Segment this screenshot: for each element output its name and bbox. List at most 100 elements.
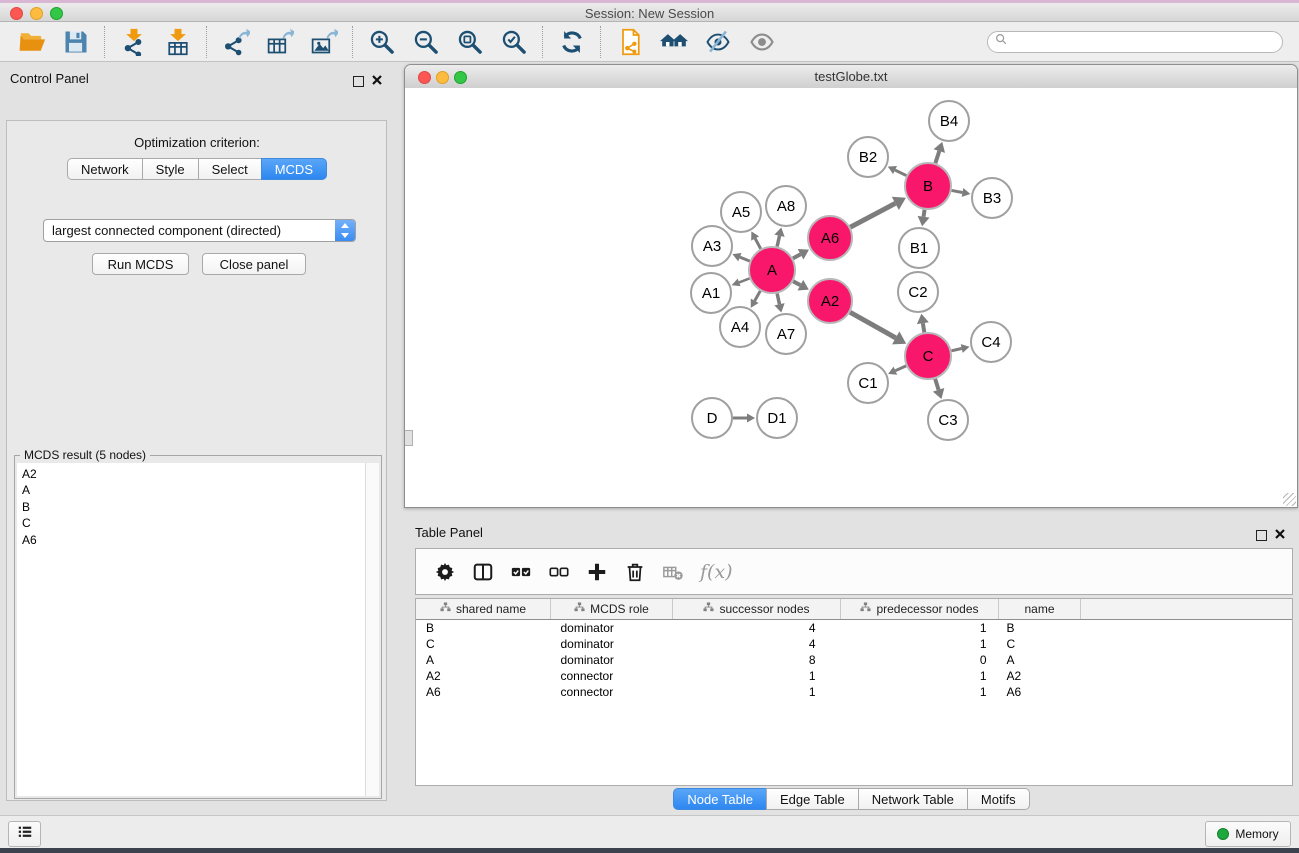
import-network-icon[interactable] xyxy=(119,27,149,57)
table-row[interactable]: Adominator80A xyxy=(416,652,1293,668)
tab-mcds[interactable]: MCDS xyxy=(261,158,327,180)
split-columns-icon[interactable] xyxy=(471,560,495,584)
gear-icon[interactable] xyxy=(433,560,457,584)
cell-mcds-role: connector xyxy=(551,684,673,700)
export-network-icon[interactable] xyxy=(221,27,251,57)
table-row[interactable]: Cdominator41C xyxy=(416,636,1293,652)
edge-A-A4[interactable] xyxy=(755,291,761,301)
column-header-predecessor-nodes[interactable]: predecessor nodes xyxy=(841,599,999,620)
save-icon[interactable] xyxy=(61,27,91,57)
tab-edge-table[interactable]: Edge Table xyxy=(766,788,859,810)
window-resize-grip-icon[interactable] xyxy=(1283,493,1296,506)
tab-style[interactable]: Style xyxy=(142,158,199,180)
mcds-result-item[interactable]: A xyxy=(22,482,379,498)
memory-button[interactable]: Memory xyxy=(1205,821,1291,847)
node-table[interactable]: shared nameMCDS rolesuccessor nodesprede… xyxy=(415,598,1293,786)
cell-mcds-role: dominator xyxy=(551,652,673,668)
refresh-icon[interactable] xyxy=(557,27,587,57)
tab-select[interactable]: Select xyxy=(198,158,262,180)
control-panel-close-icon[interactable] xyxy=(372,72,382,90)
tab-motifs[interactable]: Motifs xyxy=(967,788,1030,810)
canvas-left-grip[interactable] xyxy=(405,430,413,446)
control-panel-tabs: NetworkStyleSelectMCDS xyxy=(0,158,394,180)
edge-A-A6[interactable] xyxy=(793,254,801,258)
mcds-result-title: MCDS result (5 nodes) xyxy=(20,448,150,462)
eye-slash-icon[interactable] xyxy=(703,27,733,57)
network-canvas[interactable]: B4B2BB3A5A8A6B1A3AC2A1A2A4A7C4CC1C3DD1 xyxy=(405,88,1297,507)
network-window-titlebar[interactable]: testGlobe.txt xyxy=(405,65,1297,89)
criterion-dropdown[interactable]: largest connected component (directed) xyxy=(43,219,356,242)
mcds-result-list[interactable]: A2ABCA6 xyxy=(17,463,379,796)
column-header-shared-name[interactable]: shared name xyxy=(416,599,551,620)
table-panel-float-icon[interactable] xyxy=(1256,530,1267,541)
zoom-in-icon[interactable] xyxy=(367,27,397,57)
graph-node-label: A7 xyxy=(777,326,795,343)
column-header-successor-nodes[interactable]: successor nodes xyxy=(673,599,841,620)
mcds-result-item[interactable]: B xyxy=(22,499,379,515)
search-input[interactable] xyxy=(1008,32,1276,52)
deselect-all-icon[interactable] xyxy=(547,560,571,584)
mcds-result-scrollbar[interactable] xyxy=(365,463,379,796)
cell-filler xyxy=(1081,652,1294,668)
table-row[interactable]: Bdominator41B xyxy=(416,620,1293,637)
edge-C-C3[interactable] xyxy=(935,379,938,390)
houses-icon[interactable] xyxy=(659,27,689,57)
mcds-result-item[interactable]: A6 xyxy=(22,532,379,548)
edge-A-A5[interactable] xyxy=(755,238,761,248)
delete-table-icon[interactable] xyxy=(661,560,685,584)
edge-B-B2[interactable] xyxy=(895,170,906,176)
table-row[interactable]: A6connector11A6 xyxy=(416,684,1293,700)
column-tree-icon xyxy=(860,602,871,616)
tab-network-table[interactable]: Network Table xyxy=(858,788,968,810)
mcds-result-groupbox: MCDS result (5 nodes) A2ABCA6 xyxy=(14,455,382,799)
column-header-name[interactable]: name xyxy=(999,599,1081,620)
zoom-out-icon[interactable] xyxy=(411,27,441,57)
edge-A-A2[interactable] xyxy=(793,281,800,285)
export-image-icon[interactable] xyxy=(309,27,339,57)
edge-B-B4[interactable] xyxy=(935,151,939,163)
add-icon[interactable] xyxy=(585,560,609,584)
import-table-icon[interactable] xyxy=(163,27,193,57)
mcds-result-item[interactable]: A2 xyxy=(22,466,379,482)
function-builder-icon[interactable]: f(x) xyxy=(700,561,733,583)
edge-A-A8[interactable] xyxy=(777,236,779,247)
cell-name: A xyxy=(999,652,1081,668)
edge-A2-C[interactable] xyxy=(850,312,896,338)
trash-icon[interactable] xyxy=(623,560,647,584)
edge-B-B1[interactable] xyxy=(924,210,925,217)
search-icon xyxy=(994,32,1008,51)
mcds-result-item[interactable]: C xyxy=(22,515,379,531)
table-panel-close-icon[interactable] xyxy=(1275,526,1285,544)
graph-node-label: D1 xyxy=(767,410,786,427)
export-table-icon[interactable] xyxy=(265,27,295,57)
control-panel-float-icon[interactable] xyxy=(353,76,364,87)
edge-C-C1[interactable] xyxy=(895,366,906,371)
edge-B-B3[interactable] xyxy=(952,190,963,192)
edge-C-C2[interactable] xyxy=(923,323,924,332)
cell-successor-nodes: 4 xyxy=(673,620,841,637)
graph-node-label: C1 xyxy=(858,375,877,392)
graph-node-label: B xyxy=(923,178,933,195)
edge-A6-B[interactable] xyxy=(850,203,895,227)
run-mcds-button[interactable]: Run MCDS xyxy=(92,253,189,275)
zoom-fit-icon[interactable] xyxy=(455,27,485,57)
column-header-mcds-role[interactable]: MCDS role xyxy=(551,599,673,620)
graph-node-label: A4 xyxy=(731,319,749,336)
folder-open-icon[interactable] xyxy=(17,27,47,57)
toolbar-separator xyxy=(542,26,544,58)
table-row[interactable]: A2connector11A2 xyxy=(416,668,1293,684)
edge-A-A7[interactable] xyxy=(777,293,779,304)
edge-A-A1[interactable] xyxy=(739,278,749,282)
edge-C-C4[interactable] xyxy=(951,349,961,351)
eye-icon[interactable] xyxy=(747,27,777,57)
tab-network[interactable]: Network xyxy=(67,158,143,180)
edge-A-A3[interactable] xyxy=(740,257,750,261)
select-all-icon[interactable] xyxy=(509,560,533,584)
zoom-selected-icon[interactable] xyxy=(499,27,529,57)
tab-node-table[interactable]: Node Table xyxy=(673,788,767,810)
cell-name: C xyxy=(999,636,1081,652)
search-box[interactable] xyxy=(987,31,1283,53)
task-history-button[interactable] xyxy=(8,821,41,847)
close-panel-button[interactable]: Close panel xyxy=(202,253,306,275)
new-network-document-icon[interactable] xyxy=(615,27,645,57)
